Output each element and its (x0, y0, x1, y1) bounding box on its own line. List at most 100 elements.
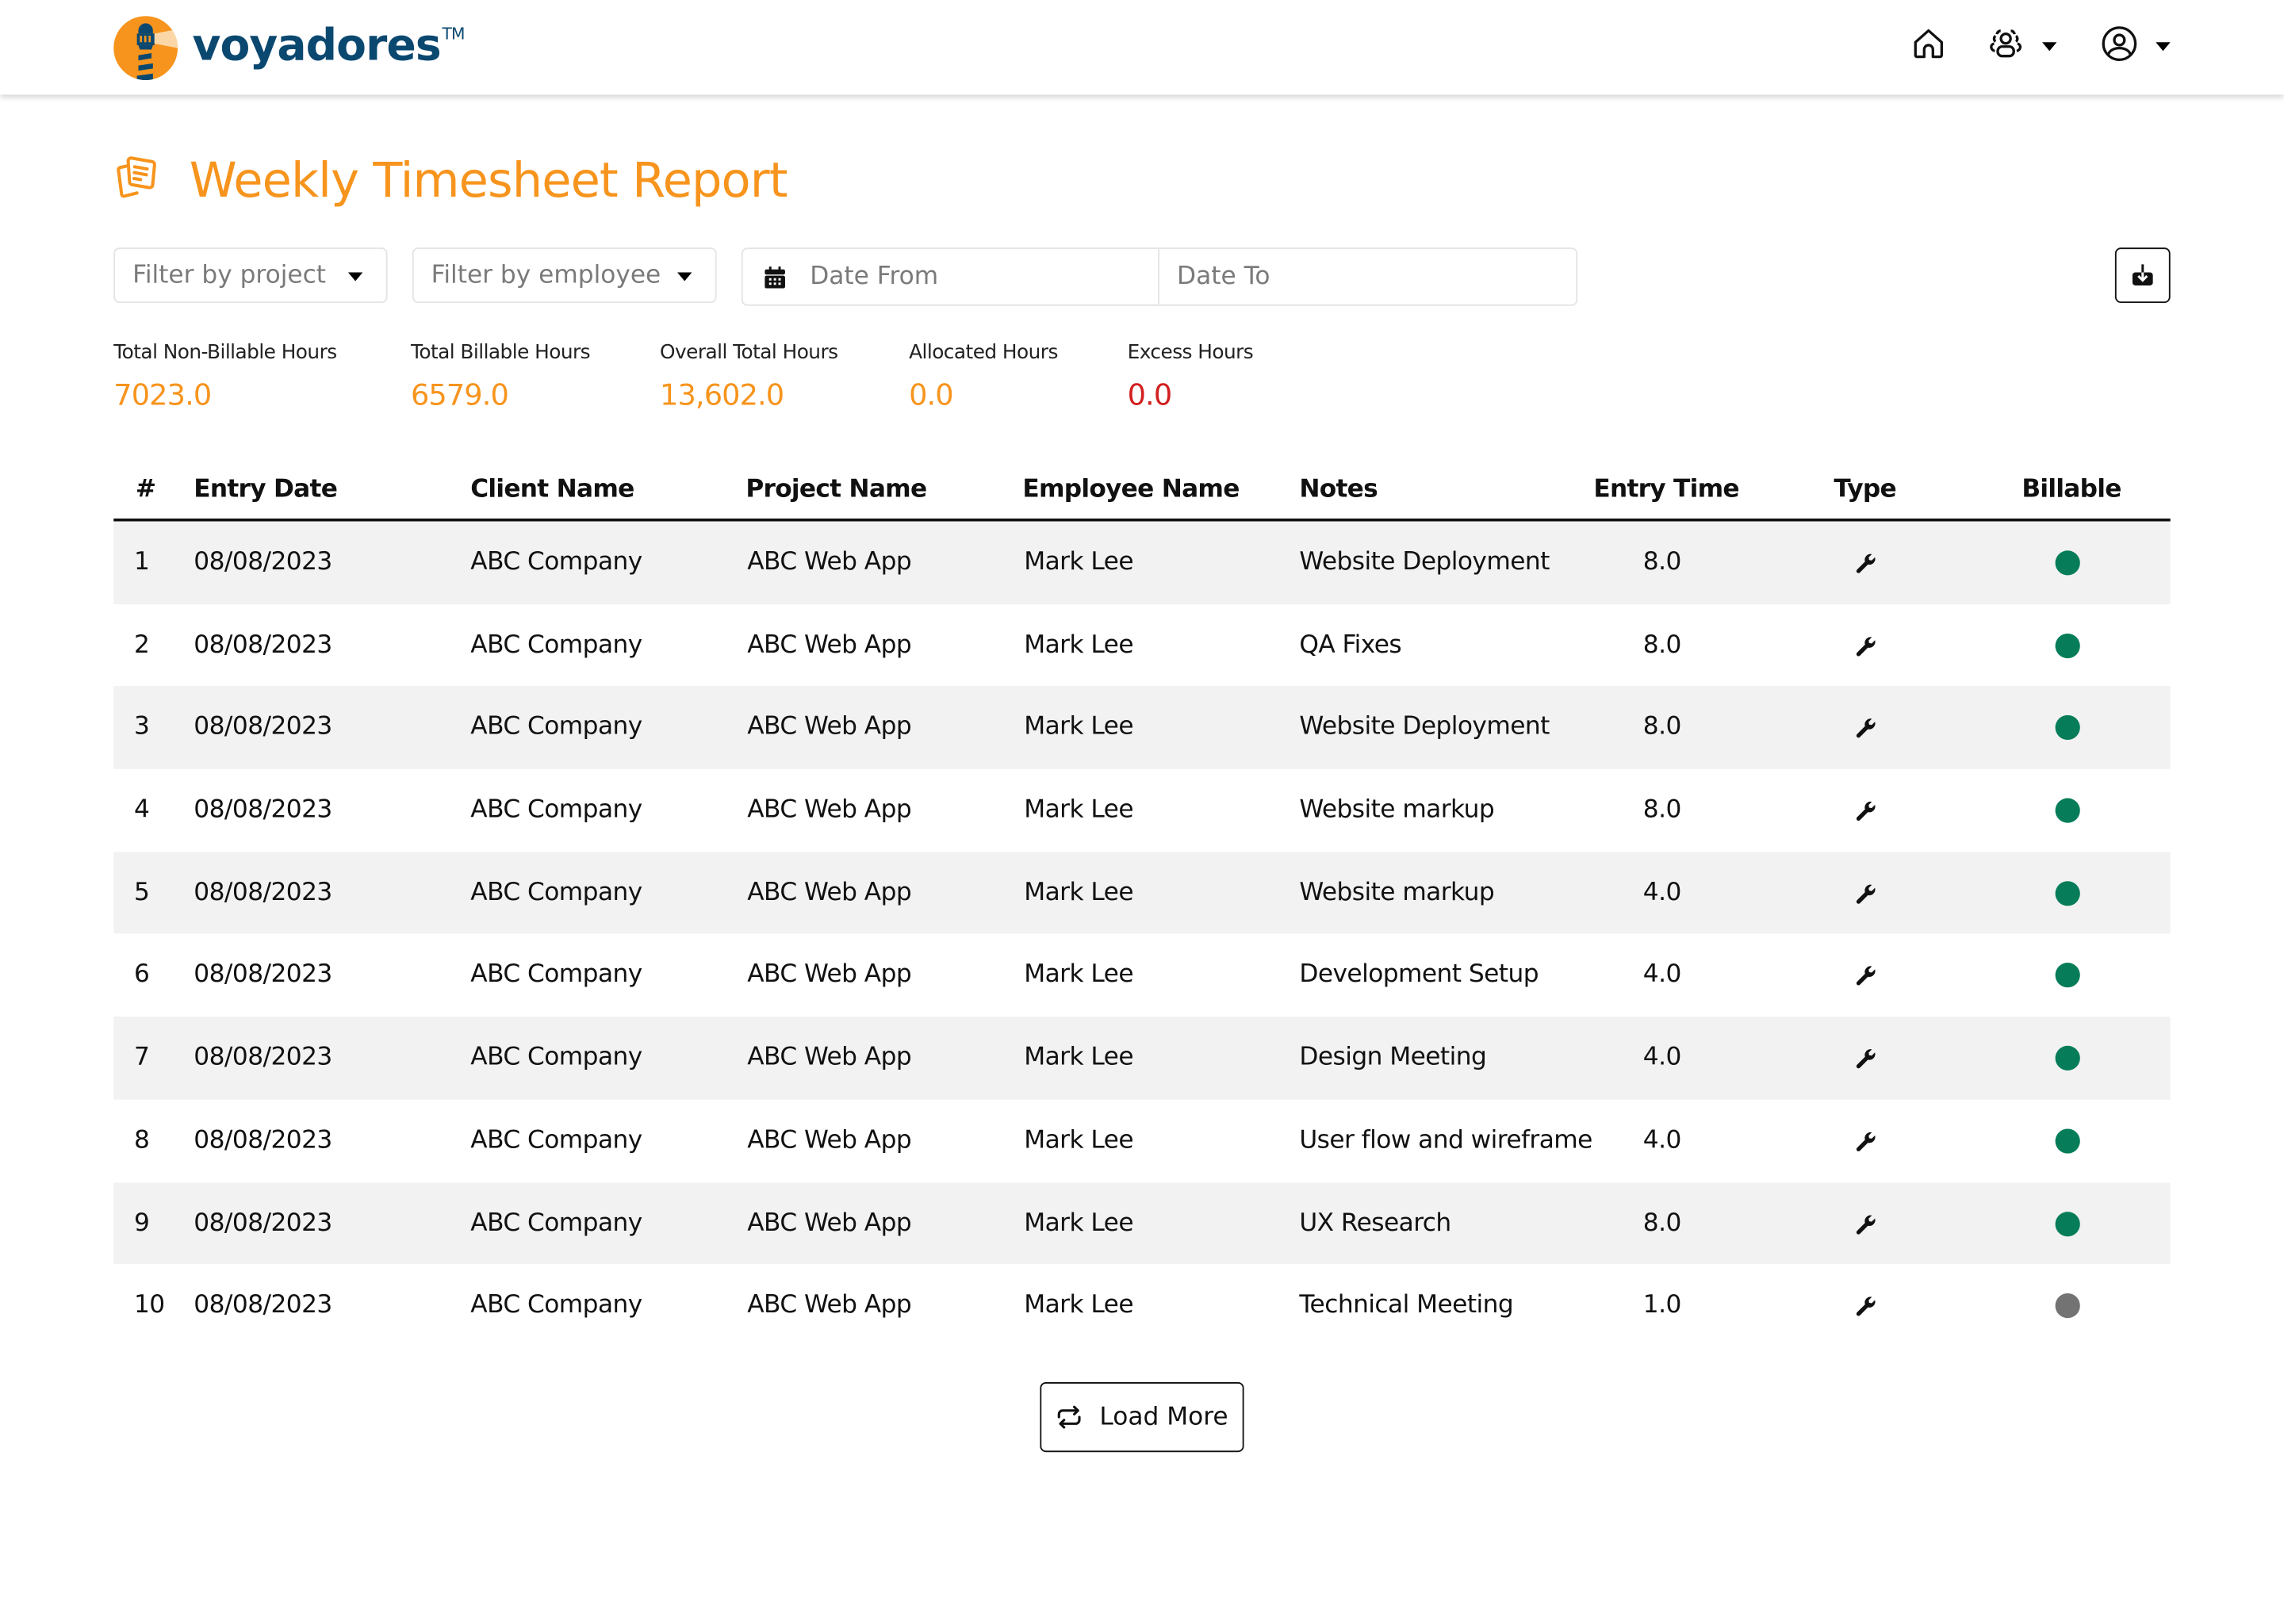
wrench-icon (1856, 1048, 1876, 1075)
column-header-project-name[interactable]: Project Name (745, 475, 927, 504)
billable-status-dot (2055, 715, 2080, 741)
stat-label: Overall Total Hours (660, 340, 838, 365)
column-header-client-name[interactable]: Client Name (470, 475, 634, 504)
date-to-placeholder: Date To (1177, 262, 1270, 292)
stat-value: 7023.0 (113, 377, 212, 412)
billable-status-dot (2055, 880, 2080, 906)
cell-client-name: ABC Company (470, 1043, 642, 1073)
documents-icon (113, 152, 163, 208)
cell-number: 6 (133, 960, 150, 990)
stat-label: Allocated Hours (909, 340, 1058, 365)
cell-entry-time: 8.0 (1642, 630, 1682, 660)
brand-logo[interactable]: voyadores TM (113, 16, 466, 81)
home-icon (1911, 26, 1946, 67)
calendar-icon (765, 266, 785, 288)
profile-menu-button[interactable] (2101, 25, 2171, 68)
cell-project-name: ABC Web App (747, 712, 912, 742)
download-icon (2131, 263, 2154, 286)
cell-client-name: ABC Company (470, 795, 642, 825)
column-header-notes[interactable]: Notes (1299, 475, 1378, 504)
cell-notes: User flow and wireframe (1299, 1125, 1592, 1155)
table-row[interactable]: 3 08/08/2023 ABC Company ABC Web App Mark Le… (113, 686, 2171, 769)
cell-entry-time: 8.0 (1642, 712, 1682, 742)
stat-value: 13,602.0 (660, 377, 784, 412)
billable-status-dot (2055, 1211, 2080, 1236)
cell-number: 9 (133, 1208, 150, 1238)
table-row[interactable]: 5 08/08/2023 ABC Company ABC Web App Mark Le… (113, 852, 2171, 935)
cell-number: 1 (133, 547, 150, 577)
cell-number: 5 (133, 878, 150, 907)
cell-project-name: ABC Web App (747, 795, 912, 825)
cell-entry-time: 8.0 (1642, 547, 1682, 577)
cell-client-name: ABC Company (470, 712, 642, 742)
project-filter-placeholder: Filter by project (132, 260, 326, 290)
load-more-button[interactable]: Load More (1040, 1382, 1244, 1453)
employee-filter-placeholder: Filter by employee (431, 260, 661, 290)
cell-entry-time: 8.0 (1642, 795, 1682, 825)
cell-entry-date: 08/08/2023 (194, 1208, 332, 1238)
cell-number: 3 (133, 712, 150, 742)
page-title: Weekly Timesheet Report (189, 151, 788, 209)
date-from-input[interactable]: Date From (743, 249, 1160, 304)
stat-value: 0.0 (909, 377, 954, 412)
cell-entry-date: 08/08/2023 (194, 795, 332, 825)
cell-project-name: ABC Web App (747, 1043, 912, 1073)
stat-excess-hours: Excess Hours 0.0 (1128, 341, 1254, 412)
cell-client-name: ABC Company (470, 1125, 642, 1155)
cell-entry-date: 08/08/2023 (194, 547, 332, 577)
column-header-employee-name[interactable]: Employee Name (1022, 475, 1240, 504)
table-row[interactable]: 8 08/08/2023 ABC Company ABC Web App Mark Le… (113, 1099, 2170, 1182)
cell-employee-name: Mark Lee (1024, 878, 1133, 907)
billable-status-dot (2055, 633, 2080, 658)
project-filter-select[interactable]: Filter by project (113, 247, 388, 304)
employee-filter-select[interactable]: Filter by employee (412, 247, 717, 304)
table-row[interactable]: 10 08/08/2023 ABC Company ABC Web App Mark L… (113, 1265, 2170, 1347)
table-row[interactable]: 4 08/08/2023 ABC Company ABC Web App Mark Le… (113, 769, 2170, 852)
cell-notes: Website markup (1299, 878, 1495, 907)
cell-client-name: ABC Company (470, 960, 642, 990)
wrench-icon (1856, 1295, 1876, 1323)
column-header-type[interactable]: Type (1834, 475, 1896, 504)
cell-number: 2 (133, 630, 150, 660)
cell-notes: Technical Meeting (1299, 1290, 1514, 1320)
filters-bar: Filter by project Filter by employee Dat… (113, 247, 2171, 306)
cell-entry-time: 4.0 (1642, 960, 1682, 990)
cell-employee-name: Mark Lee (1024, 1043, 1133, 1073)
wrench-icon (1856, 634, 1876, 662)
cell-entry-date: 08/08/2023 (194, 630, 332, 660)
table-row[interactable]: 2 08/08/2023 ABC Company ABC Web App Mark Le… (113, 604, 2170, 687)
table-row[interactable]: 7 08/08/2023 ABC Company ABC Web App Mark Le… (113, 1017, 2171, 1100)
cell-entry-date: 08/08/2023 (194, 878, 332, 907)
cell-notes: Website Deployment (1299, 712, 1550, 742)
cell-notes: UX Research (1299, 1208, 1451, 1238)
download-button[interactable] (2114, 247, 2171, 304)
column-header-billable[interactable]: Billable (2021, 475, 2121, 504)
table-row[interactable]: 1 08/08/2023 ABC Company ABC Web App Mark Le… (113, 521, 2171, 604)
cell-notes: Website markup (1299, 795, 1495, 825)
user-circle-icon (2101, 25, 2139, 68)
repeat-icon (1056, 1405, 1082, 1429)
date-to-input[interactable]: Date To (1159, 249, 1576, 304)
chevron-down-icon (347, 272, 363, 282)
trademark-symbol: TM (442, 24, 466, 44)
team-menu-button[interactable] (1987, 26, 2057, 67)
cell-project-name: ABC Web App (747, 630, 912, 660)
stat-label: Total Non-Billable Hours (113, 340, 337, 365)
cell-employee-name: Mark Lee (1024, 712, 1133, 742)
stat-label: Total Billable Hours (410, 340, 591, 365)
wrench-icon (1856, 965, 1876, 993)
column-header-entry-time[interactable]: Entry Time (1593, 475, 1739, 504)
cell-entry-time: 8.0 (1642, 1208, 1682, 1238)
wrench-icon (1856, 799, 1876, 827)
cell-entry-date: 08/08/2023 (194, 1125, 332, 1155)
cell-client-name: ABC Company (470, 878, 642, 907)
wrench-icon (1856, 1130, 1876, 1158)
cell-project-name: ABC Web App (747, 878, 912, 907)
column-header-entry-date[interactable]: Entry Date (194, 475, 338, 504)
column-header-number[interactable]: # (136, 475, 156, 504)
date-from-placeholder: Date From (810, 262, 939, 292)
table-row[interactable]: 6 08/08/2023 ABC Company ABC Web App Mark Le… (113, 934, 2170, 1017)
chevron-down-icon (677, 272, 692, 282)
table-row[interactable]: 9 08/08/2023 ABC Company ABC Web App Mark Le… (113, 1182, 2171, 1265)
home-button[interactable] (1911, 26, 1946, 67)
